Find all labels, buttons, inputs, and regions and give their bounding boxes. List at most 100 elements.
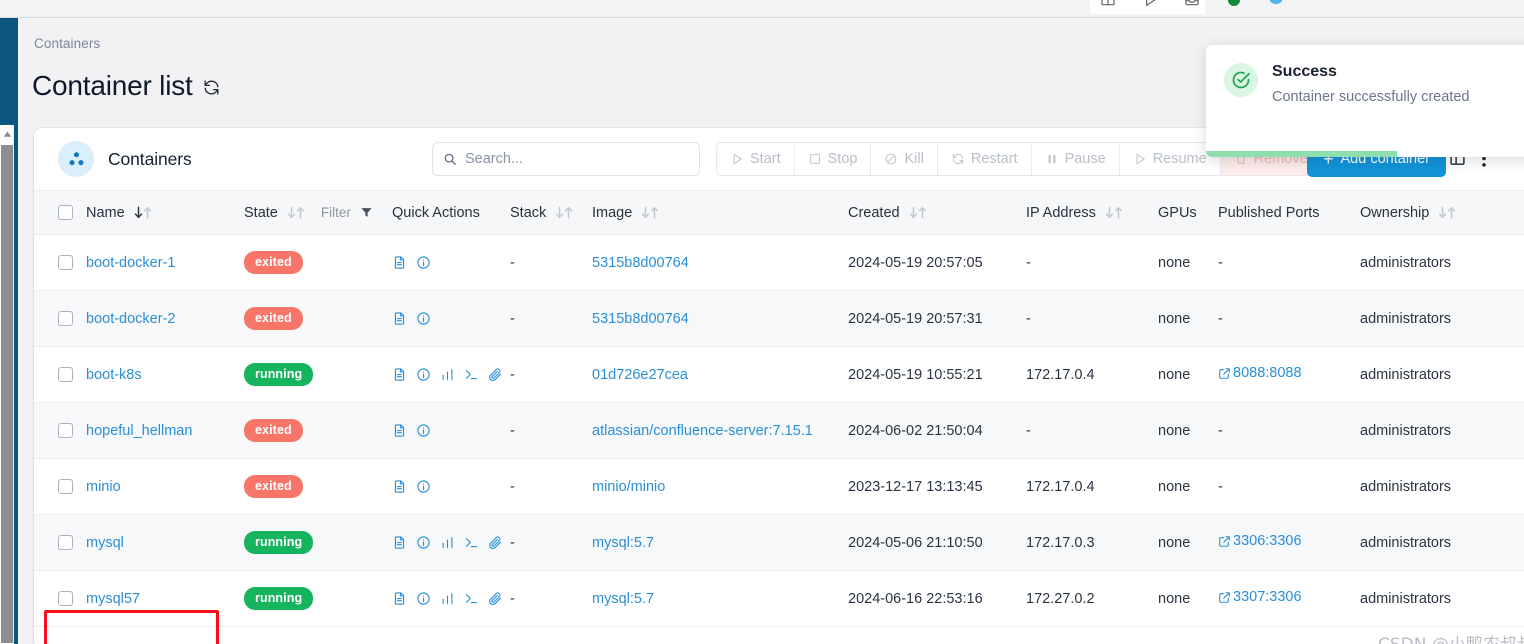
page-scrollbar[interactable]: [0, 125, 14, 644]
filter-label[interactable]: Filter: [321, 205, 351, 220]
sort-icon[interactable]: [286, 206, 306, 219]
console-icon[interactable]: [464, 535, 479, 550]
search-field[interactable]: [465, 151, 689, 167]
attach-icon[interactable]: [488, 535, 503, 550]
extension-icon[interactable]: [1268, 0, 1284, 8]
logs-icon[interactable]: [392, 479, 407, 494]
header-ownership[interactable]: Ownership: [1360, 190, 1524, 235]
cell-ports-wrap: 3306:3306: [1218, 514, 1360, 571]
header-image[interactable]: Image: [592, 190, 848, 235]
sort-icon[interactable]: [908, 206, 928, 219]
info-icon[interactable]: [416, 479, 431, 494]
table-row[interactable]: boot-docker-2 exited - 5315b8d00764 2024…: [34, 290, 1524, 347]
table-row[interactable]: mysql57 running - mysql:5.7 2024-06-16 2…: [34, 570, 1524, 627]
info-icon[interactable]: [416, 255, 431, 270]
sort-icon[interactable]: [1104, 206, 1124, 219]
cell-created: 2024-05-06 21:10:50: [848, 514, 1026, 571]
row-checkbox[interactable]: [58, 255, 73, 270]
console-icon[interactable]: [464, 591, 479, 606]
console-icon[interactable]: [464, 367, 479, 382]
cell-published-ports[interactable]: 8088:8088: [1218, 365, 1302, 381]
container-name-link[interactable]: mysql57: [86, 591, 140, 607]
cell-ip-address: 172.17.0.3: [1026, 514, 1158, 571]
cell-name: hopeful_hellman: [86, 402, 244, 459]
header-stack[interactable]: Stack: [510, 190, 592, 235]
logs-icon[interactable]: [392, 591, 407, 606]
info-icon[interactable]: [416, 591, 431, 606]
header-created[interactable]: Created: [848, 190, 1026, 235]
row-checkbox[interactable]: [58, 479, 73, 494]
info-icon[interactable]: [416, 423, 431, 438]
funnel-icon[interactable]: [360, 206, 373, 219]
logs-icon[interactable]: [392, 311, 407, 326]
info-icon[interactable]: [416, 535, 431, 550]
table-row[interactable]: boot-docker-1 exited - 5315b8d00764 2024…: [34, 234, 1524, 291]
search-input[interactable]: [432, 142, 700, 176]
table-row[interactable]: hopeful_hellman exited - atlassian/confl…: [34, 402, 1524, 459]
image-link[interactable]: mysql:5.7: [592, 591, 654, 607]
header-ip-address[interactable]: IP Address: [1026, 190, 1158, 235]
container-name-link[interactable]: hopeful_hellman: [86, 423, 192, 439]
sort-icon[interactable]: [133, 206, 153, 219]
stats-icon[interactable]: [440, 591, 455, 606]
info-icon[interactable]: [416, 367, 431, 382]
sort-icon[interactable]: [554, 206, 574, 219]
cell-published-ports[interactable]: 3307:3306: [1218, 589, 1302, 605]
start-button[interactable]: Start: [717, 143, 795, 175]
image-link[interactable]: atlassian/confluence-server:7.15.1: [592, 423, 813, 439]
table-row[interactable]: minio exited - minio/minio 2023-12-17 13…: [34, 458, 1524, 515]
attach-icon[interactable]: [488, 367, 503, 382]
cell-created: 2024-06-02 21:50:04: [848, 402, 1026, 459]
attach-icon[interactable]: [488, 591, 503, 606]
row-checkbox[interactable]: [58, 311, 73, 326]
container-name-link[interactable]: boot-docker-1: [86, 255, 175, 271]
table-row[interactable]: mysql running - mysql:5.7 2024-05-06 21:…: [34, 514, 1524, 571]
cell-published-ports[interactable]: 3306:3306: [1218, 533, 1302, 549]
image-link[interactable]: minio/minio: [592, 479, 665, 495]
sort-icon[interactable]: [640, 206, 660, 219]
container-name-link[interactable]: boot-k8s: [86, 367, 142, 383]
cell-image: 01d726e27cea: [592, 346, 848, 403]
cell-quick-actions: [392, 234, 510, 291]
row-checkbox[interactable]: [58, 423, 73, 438]
stats-icon[interactable]: [440, 535, 455, 550]
scrollbar-thumb[interactable]: [1, 145, 13, 643]
row-checkbox[interactable]: [58, 535, 73, 550]
refresh-icon[interactable]: [202, 78, 221, 97]
header-state[interactable]: State Filter: [244, 190, 392, 235]
stop-button[interactable]: Stop: [794, 143, 872, 175]
container-name-link[interactable]: minio: [86, 479, 121, 495]
shield-check-icon[interactable]: [1226, 0, 1242, 8]
logs-icon[interactable]: [392, 255, 407, 270]
inbox-icon[interactable]: [1184, 0, 1200, 8]
play-icon[interactable]: [1142, 0, 1158, 8]
row-checkbox[interactable]: [58, 367, 73, 382]
container-name-link[interactable]: mysql: [86, 535, 124, 551]
restart-button[interactable]: Restart: [937, 143, 1032, 175]
image-link[interactable]: 5315b8d00764: [592, 255, 689, 271]
info-icon[interactable]: [416, 311, 431, 326]
header-name-label: Name: [86, 204, 125, 221]
stats-icon[interactable]: [440, 367, 455, 382]
logs-icon[interactable]: [392, 367, 407, 382]
select-all-checkbox[interactable]: [58, 205, 73, 220]
cell-quick-actions: [392, 458, 510, 515]
image-link[interactable]: 01d726e27cea: [592, 367, 688, 383]
breadcrumb[interactable]: Containers: [34, 36, 100, 51]
logs-icon[interactable]: [392, 535, 407, 550]
split-screen-icon[interactable]: [1100, 0, 1116, 8]
sort-icon[interactable]: [1437, 206, 1457, 219]
table-row[interactable]: boot-k8s running - 01d726e27cea 2024-05-…: [34, 346, 1524, 403]
row-checkbox[interactable]: [58, 591, 73, 606]
image-link[interactable]: mysql:5.7: [592, 535, 654, 551]
pause-icon: [1048, 154, 1056, 164]
pause-button[interactable]: Pause: [1031, 143, 1120, 175]
scroll-up-arrow-icon[interactable]: [1, 128, 13, 140]
kill-button[interactable]: Kill: [871, 143, 938, 175]
header-name[interactable]: Name: [86, 190, 244, 235]
logs-icon[interactable]: [392, 423, 407, 438]
container-name-link[interactable]: boot-docker-2: [86, 311, 175, 327]
image-link[interactable]: 5315b8d00764: [592, 311, 689, 327]
cell-ports-wrap: -: [1218, 458, 1360, 515]
cell-published-ports: -: [1218, 310, 1223, 327]
